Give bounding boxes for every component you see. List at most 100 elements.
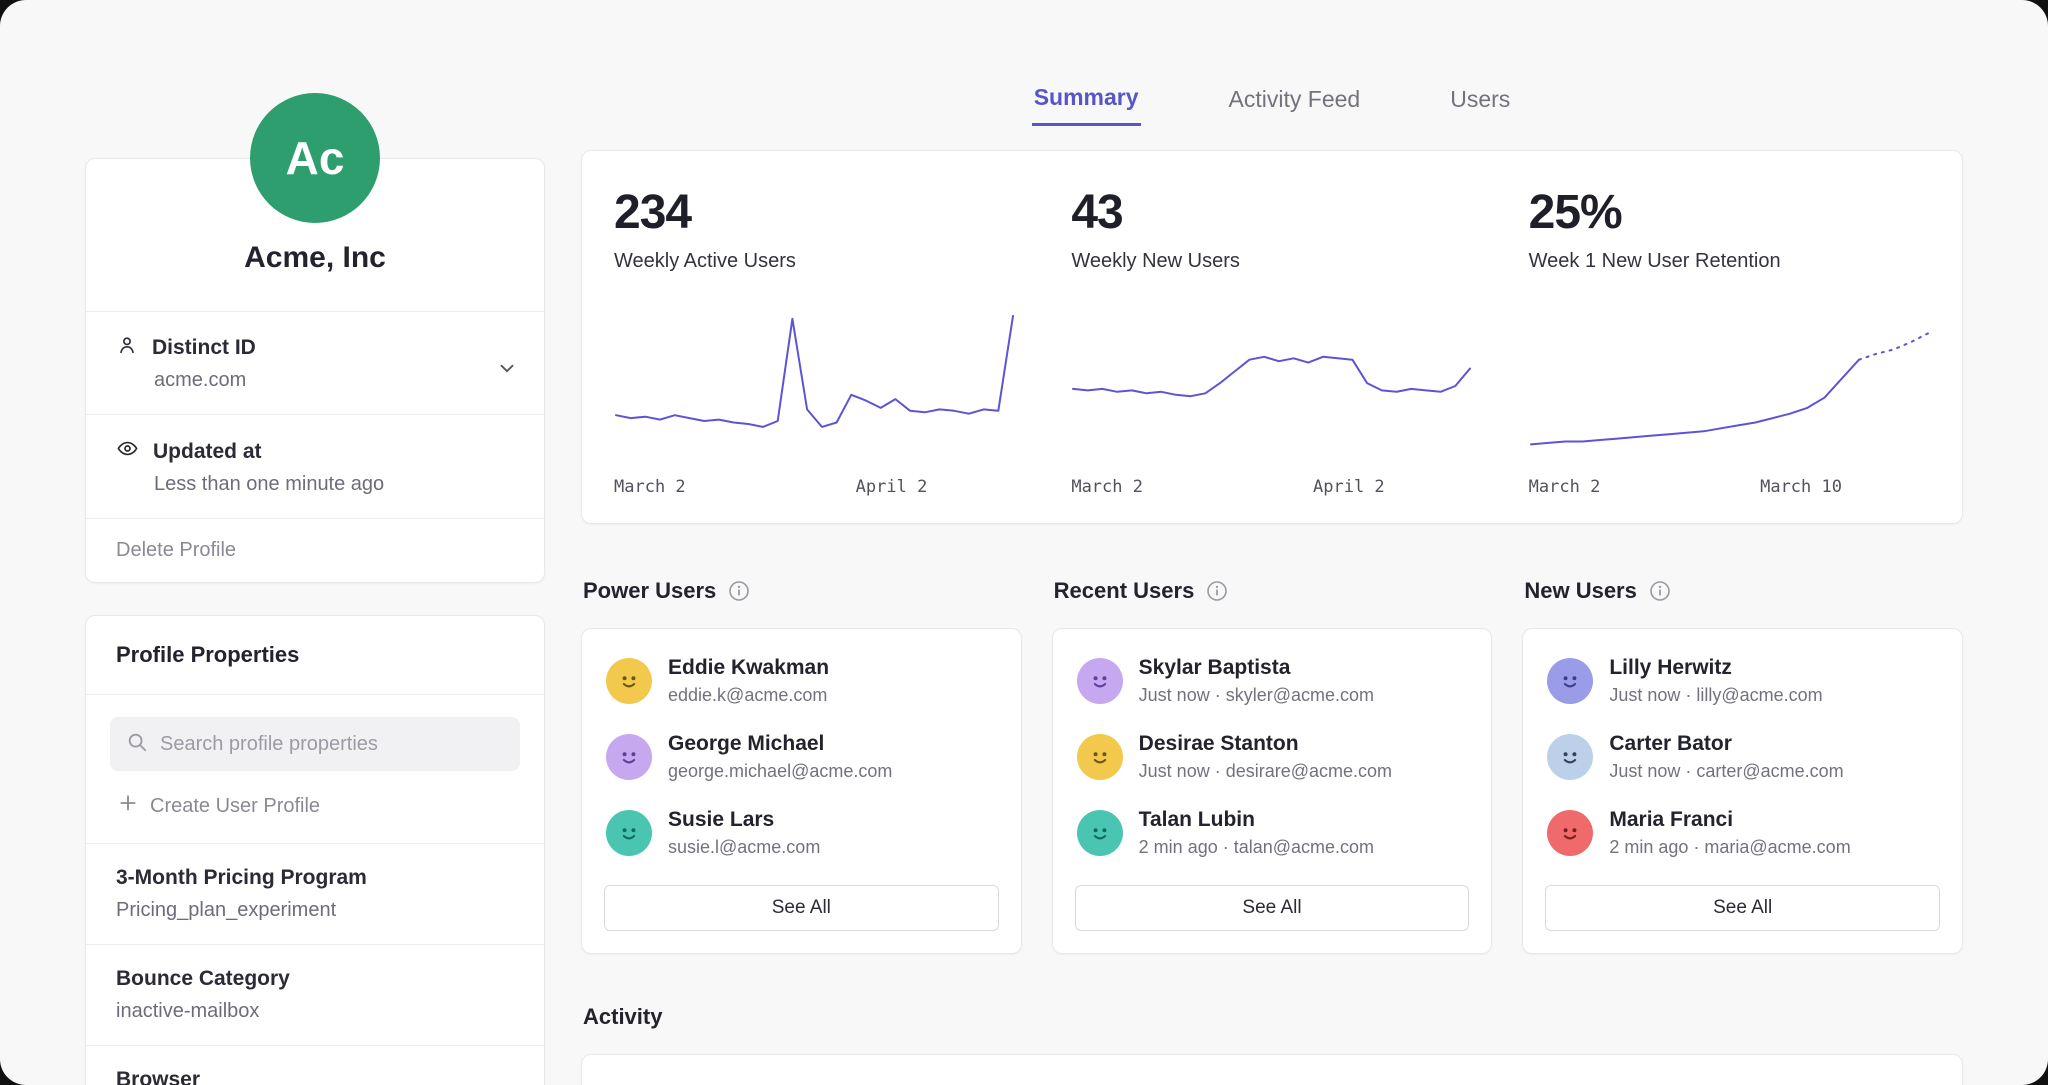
chevron-down-icon[interactable] xyxy=(496,357,518,379)
new-users-card: Lilly Herwitz Just now · lilly@acme.com … xyxy=(1522,628,1963,954)
user-meta: 2 min ago · maria@acme.com xyxy=(1609,837,1850,858)
user-name: Desirae Stanton xyxy=(1139,732,1392,756)
list-item[interactable]: Carter Bator Just now · carter@acme.com xyxy=(1545,719,1940,795)
updated-at-label: Updated at xyxy=(153,440,262,464)
user-name: George Michael xyxy=(668,732,892,756)
avatar xyxy=(1077,810,1123,856)
search-icon xyxy=(126,731,148,758)
updated-at-value: Less than one minute ago xyxy=(154,473,514,496)
stat-value: 234 xyxy=(614,185,1015,240)
see-all-button[interactable]: See All xyxy=(604,885,999,931)
face-icon xyxy=(1556,667,1584,695)
stat-label: Weekly Active Users xyxy=(614,250,1015,273)
list-item[interactable]: Maria Franci 2 min ago · maria@acme.com xyxy=(1545,795,1940,871)
user-name: Talan Lubin xyxy=(1139,808,1374,832)
activity-section: Activity 234 240 3.4k xyxy=(581,1004,1963,1085)
avatar xyxy=(606,658,652,704)
x-axis-end: April 2 xyxy=(1313,477,1385,497)
delete-profile-button[interactable]: Delete Profile xyxy=(86,518,544,582)
user-meta: Just now · desirare@acme.com xyxy=(1139,761,1392,782)
list-item[interactable]: Susie Lars susie.l@acme.com xyxy=(604,795,999,871)
list-item[interactable]: Eddie Kwakman eddie.k@acme.com xyxy=(604,643,999,719)
avatar xyxy=(1547,658,1593,704)
updated-at-row: Updated at Less than one minute ago xyxy=(86,414,544,518)
user-name: Eddie Kwakman xyxy=(668,656,829,680)
property-row-bounce-category[interactable]: Bounce Category inactive-mailbox xyxy=(86,944,544,1045)
list-item[interactable]: Lilly Herwitz Just now · lilly@acme.com xyxy=(1545,643,1940,719)
profile-properties-title: Profile Properties xyxy=(86,616,544,695)
x-axis-labels: March 2 April 2 xyxy=(614,477,1015,497)
user-meta: 2 min ago · talan@acme.com xyxy=(1139,837,1374,858)
x-axis-labels: March 2 March 10 xyxy=(1529,477,1930,497)
activity-stat: 3.4k xyxy=(1501,1081,1958,1085)
plus-icon xyxy=(118,793,138,819)
profile-properties-card: Profile Properties Create User Profile 3… xyxy=(85,615,545,1085)
eye-icon xyxy=(116,437,139,466)
profile-properties-search[interactable] xyxy=(110,717,520,771)
list-item[interactable]: Talan Lubin 2 min ago · talan@acme.com xyxy=(1075,795,1470,871)
profile-sidebar: Ac Acme, Inc Distinct ID acme.com xyxy=(85,0,545,1085)
distinct-id-row: Distinct ID acme.com xyxy=(86,311,544,414)
face-icon xyxy=(1086,667,1114,695)
activity-title: Activity xyxy=(581,1004,1963,1030)
stat-value: 43 xyxy=(1071,185,1472,240)
avatar xyxy=(1547,810,1593,856)
tab-activity-feed[interactable]: Activity Feed xyxy=(1227,84,1363,126)
distinct-id-value: acme.com xyxy=(154,369,514,392)
property-row-pricing-program[interactable]: 3-Month Pricing Program Pricing_plan_exp… xyxy=(86,843,544,944)
summary-card: 234 Weekly Active Users March 2 April 2 … xyxy=(581,150,1963,524)
face-icon xyxy=(1086,819,1114,847)
user-meta: Just now · skyler@acme.com xyxy=(1139,685,1374,706)
profile-card: Ac Acme, Inc Distinct ID acme.com xyxy=(85,158,545,583)
user-meta: susie.l@acme.com xyxy=(668,837,820,858)
user-name: Maria Franci xyxy=(1609,808,1850,832)
user-name: Susie Lars xyxy=(668,808,820,832)
create-user-profile-button[interactable]: Create User Profile xyxy=(118,793,320,819)
tab-summary[interactable]: Summary xyxy=(1032,84,1141,126)
face-icon xyxy=(1086,743,1114,771)
tab-users[interactable]: Users xyxy=(1448,84,1512,126)
activity-card: 234 240 3.4k xyxy=(581,1054,1963,1085)
weekly-new-users-sparkline xyxy=(1071,307,1472,465)
recent-users-section: Recent Users Skylar Baptista Just now · … xyxy=(1052,578,1493,954)
activity-stat: 240 xyxy=(1043,1081,1500,1085)
search-input[interactable] xyxy=(160,733,504,756)
see-all-button[interactable]: See All xyxy=(1545,885,1940,931)
list-item[interactable]: Skylar Baptista Just now · skyler@acme.c… xyxy=(1075,643,1470,719)
info-icon[interactable] xyxy=(728,580,750,602)
user-meta: Just now · lilly@acme.com xyxy=(1609,685,1822,706)
new-users-title: New Users xyxy=(1524,578,1637,604)
tab-bar: Summary Activity Feed Users xyxy=(581,84,1963,126)
user-name: Lilly Herwitz xyxy=(1609,656,1822,680)
info-icon[interactable] xyxy=(1206,580,1228,602)
power-users-card: Eddie Kwakman eddie.k@acme.com George Mi… xyxy=(581,628,1022,954)
property-value: inactive-mailbox xyxy=(116,1000,514,1023)
list-item[interactable]: Desirae Stanton Just now · desirare@acme… xyxy=(1075,719,1470,795)
face-icon xyxy=(615,743,643,771)
property-row-browser[interactable]: Browser Chrome xyxy=(86,1045,544,1085)
avatar xyxy=(606,810,652,856)
main-content: Summary Activity Feed Users 234 Weekly A… xyxy=(581,0,1963,1085)
property-label: 3-Month Pricing Program xyxy=(116,866,514,890)
stat-weekly-new-users: 43 Weekly New Users March 2 April 2 xyxy=(1043,185,1500,497)
face-icon xyxy=(1556,743,1584,771)
retention-sparkline xyxy=(1529,307,1930,465)
info-icon[interactable] xyxy=(1649,580,1671,602)
user-meta: Just now · carter@acme.com xyxy=(1609,761,1843,782)
list-item[interactable]: George Michael george.michael@acme.com xyxy=(604,719,999,795)
avatar xyxy=(1547,734,1593,780)
x-axis-start: March 2 xyxy=(1529,477,1601,497)
see-all-button[interactable]: See All xyxy=(1075,885,1470,931)
activity-stat: 234 xyxy=(586,1081,1043,1085)
new-users-section: New Users Lilly Herwitz Just now · lilly… xyxy=(1522,578,1963,954)
property-label: Bounce Category xyxy=(116,967,514,991)
property-label: Browser xyxy=(116,1068,514,1085)
stat-weekly-active-users: 234 Weekly Active Users March 2 April 2 xyxy=(586,185,1043,497)
distinct-id-label: Distinct ID xyxy=(152,336,256,360)
stat-label: Week 1 New User Retention xyxy=(1529,250,1930,273)
user-name: Carter Bator xyxy=(1609,732,1843,756)
stat-value: 25% xyxy=(1529,185,1930,240)
avatar xyxy=(1077,734,1123,780)
avatar xyxy=(1077,658,1123,704)
stat-label: Weekly New Users xyxy=(1071,250,1472,273)
